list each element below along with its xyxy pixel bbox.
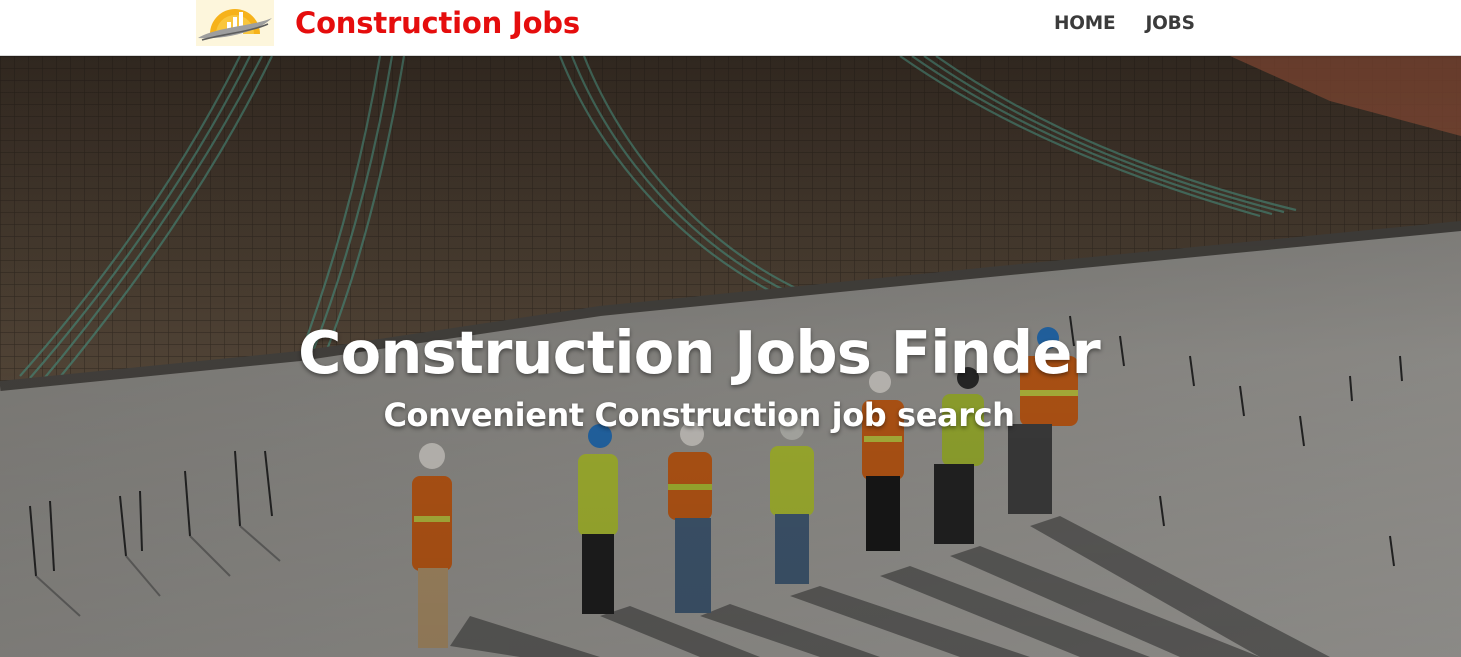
nav-jobs-link[interactable]: JOBS — [1145, 13, 1194, 34]
hero-subtitle: Convenient Construction job search — [383, 396, 1015, 434]
site-header: Construction Jobs HOME JOBS — [0, 0, 1461, 56]
brand-title: Construction Jobs — [295, 6, 580, 40]
brand-link[interactable]: Construction Jobs — [196, 0, 580, 46]
sunrise-chart-logo-icon — [196, 0, 274, 46]
hero-banner: Construction Jobs Finder Convenient Cons… — [0, 56, 1461, 657]
nav-home-link[interactable]: HOME — [1054, 13, 1116, 34]
main-nav: HOME JOBS — [1054, 0, 1225, 46]
hero-title: Construction Jobs Finder — [298, 318, 1101, 387]
